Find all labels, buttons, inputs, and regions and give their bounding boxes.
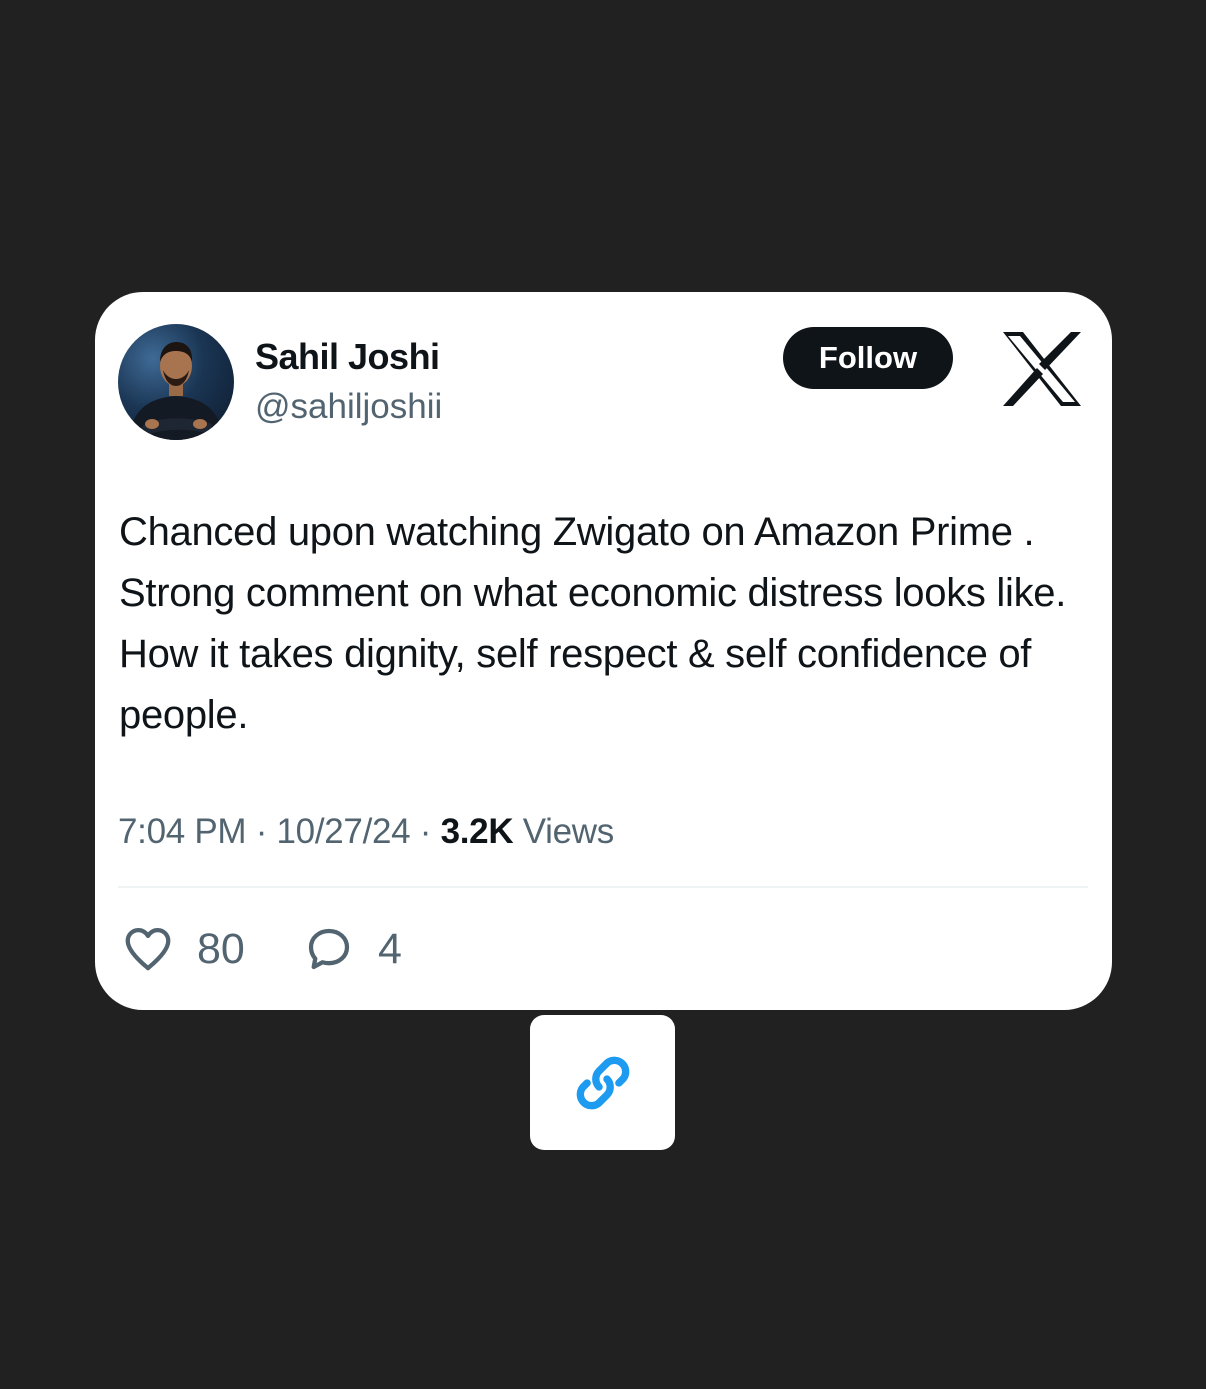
speech-bubble-icon [308,928,350,970]
avatar-portrait-icon [128,342,224,440]
divider [118,886,1088,888]
meta-separator: · [419,812,432,851]
tweet-text: Chanced upon watching Zwigato on Amazon … [119,510,1067,737]
x-logo-icon[interactable] [1001,330,1083,408]
tweet-metadata: 7:04 PM · 10/27/24 · 3.2K Views [118,812,614,852]
follow-button[interactable]: Follow [783,327,953,389]
reply-count: 4 [378,924,402,973]
copy-link-button[interactable] [530,1015,675,1150]
views-label: Views [522,812,615,851]
meta-separator: · [255,812,268,851]
heart-icon [125,927,171,971]
tweet-time[interactable]: 7:04 PM [118,812,247,851]
tweet-card: Sahil Joshi @sahiljoshii Follow Chanced … [95,292,1112,1010]
like-count: 80 [197,924,245,973]
reply-button[interactable]: 4 [302,922,402,976]
tweet-date[interactable]: 10/27/24 [276,812,410,851]
avatar[interactable] [118,324,234,440]
link-icon [576,1056,629,1109]
views-count: 3.2K [440,812,514,851]
author-handle[interactable]: @sahiljoshii [255,387,442,427]
like-button[interactable]: 80 [121,922,245,976]
author-name[interactable]: Sahil Joshi [255,336,440,378]
